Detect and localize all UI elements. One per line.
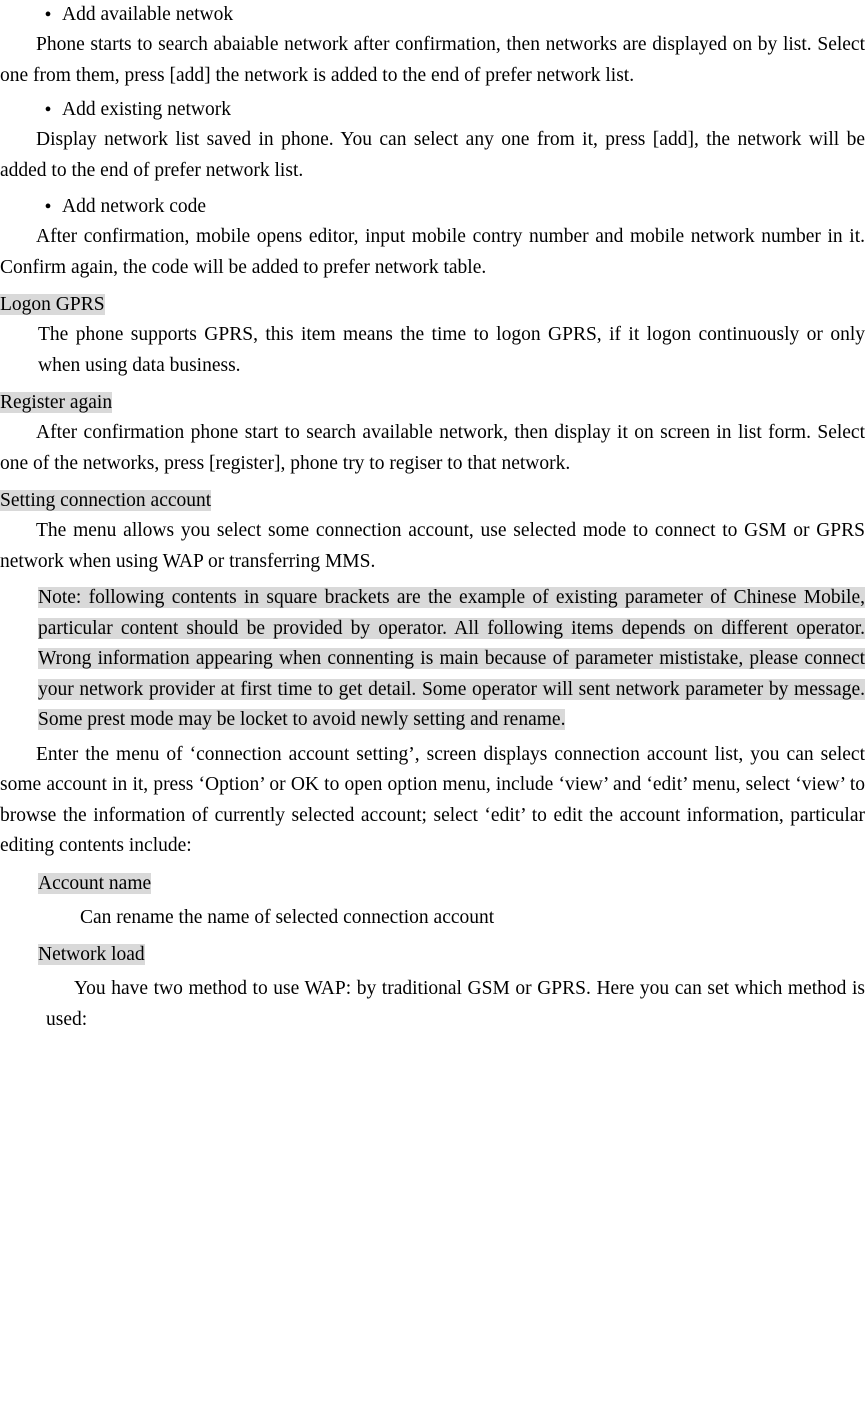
bullet-icon: • [44, 99, 52, 121]
list-item: • Add existing network [0, 95, 865, 125]
subsection-heading-text: Account name [38, 872, 152, 894]
paragraph: Display network list saved in phone. You… [0, 129, 865, 181]
list-item: • Add network code [0, 192, 865, 222]
paragraph: After confirmation phone start to search… [0, 422, 865, 474]
note-text: Note: following contents in square brack… [38, 587, 865, 730]
section-heading: Setting connection account [0, 485, 865, 516]
section-heading-text: Setting connection account [0, 490, 212, 511]
paragraph: The phone supports GPRS, this item means… [38, 324, 865, 376]
section-heading-text: Logon GPRS [0, 294, 105, 315]
document-page: • Add available netwok Phone starts to s… [0, 0, 867, 1408]
bullet-icon: • [44, 4, 52, 26]
section-heading: Register again [0, 387, 865, 418]
bullet-icon: • [44, 196, 52, 218]
list-item-label: Add network code [62, 196, 207, 217]
paragraph: Enter the menu of ‘connection account se… [0, 743, 865, 857]
subsection-heading-text: Network load [38, 944, 145, 965]
paragraph: The menu allows you select some connecti… [0, 520, 865, 572]
section-heading: Logon GPRS [0, 289, 865, 320]
section-heading-text: Register again [0, 392, 113, 413]
list-item-label: Add existing network [62, 99, 231, 120]
list-item-label: Add available netwok [62, 4, 234, 25]
subsection-heading: Account name [38, 868, 865, 899]
paragraph: Phone starts to search abaiable network … [0, 34, 865, 86]
list-item: • Add available netwok [0, 0, 865, 30]
note-block: Note: following contents in square brack… [38, 583, 865, 736]
subsection-heading: Network load [38, 939, 865, 970]
paragraph: You have two method to use WAP: by tradi… [46, 978, 865, 1030]
paragraph: Can rename the name of selected connecti… [80, 906, 495, 928]
paragraph: After confirmation, mobile opens editor,… [0, 226, 865, 278]
